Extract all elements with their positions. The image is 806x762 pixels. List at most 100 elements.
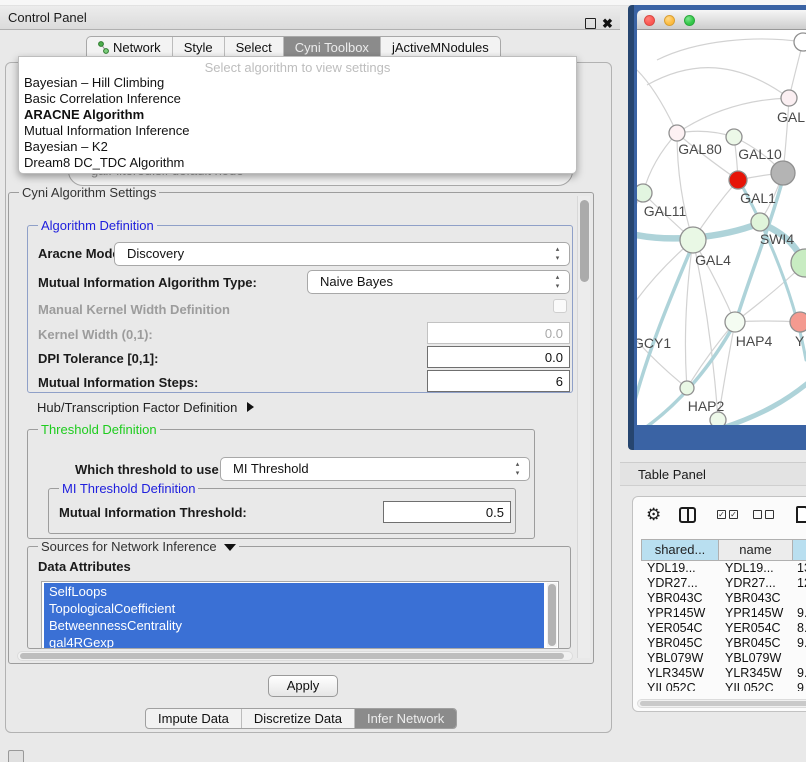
network-node-gal4[interactable] xyxy=(680,227,706,253)
float-panel-icon[interactable] xyxy=(585,18,596,29)
table-toolbar: ⚙ ✓✓ xyxy=(633,503,806,531)
network-node-hap2[interactable] xyxy=(680,381,694,395)
tab-jactivemnodules[interactable]: jActiveMNodules xyxy=(381,37,500,58)
attribute-item-selected[interactable]: gal4RGexp xyxy=(44,634,544,649)
grid-corner-icon[interactable] xyxy=(8,750,24,762)
manual-kernel-checkbox[interactable] xyxy=(553,299,567,313)
apply-button[interactable]: Apply xyxy=(268,675,338,697)
split-column-icon[interactable] xyxy=(679,507,696,523)
network-node-salmon[interactable] xyxy=(790,312,806,332)
network-node-gal80[interactable] xyxy=(669,125,685,141)
network-node-gray[interactable] xyxy=(771,161,795,185)
control-panel-titlebar: Control Panel ✖ xyxy=(0,6,620,30)
attribute-item-selected[interactable]: SelfLoops xyxy=(44,583,544,600)
table-rows: YDL19...YDL19...13 YDR27...YDR27...12 YB… xyxy=(641,561,806,691)
node-label: GAL xyxy=(777,109,805,125)
network-node-gal10[interactable] xyxy=(726,129,742,145)
hub-definition-toggle[interactable]: Hub/Transcription Factor Definition xyxy=(37,400,254,415)
settings-hscrollbar-thumb[interactable] xyxy=(20,653,564,659)
dropdown-item[interactable]: Dream8 DC_TDC Algorithm xyxy=(19,155,576,171)
settings-hscrollbar[interactable] xyxy=(17,651,573,661)
node-label: SWI4 xyxy=(760,231,794,247)
network-window: GAL GAL80 GAL10 GAL1 GAL11 SWI4 GAL4 GCY… xyxy=(637,10,806,425)
table-hscrollbar[interactable] xyxy=(637,699,806,708)
tab-impute-data[interactable]: Impute Data xyxy=(146,709,242,728)
kernel-width-input[interactable] xyxy=(427,322,570,344)
mi-threshold-label: Mutual Information Threshold: xyxy=(59,505,247,520)
tab-discretize-data[interactable]: Discretize Data xyxy=(242,709,355,728)
mi-steps-input[interactable] xyxy=(427,370,570,392)
node-label: Y xyxy=(795,333,805,349)
network-node-gal[interactable] xyxy=(781,90,797,106)
attributes-scrollbar-thumb[interactable] xyxy=(548,584,556,646)
table-row[interactable]: YPR145WYPR145W9. xyxy=(641,606,806,621)
dropdown-item-selected[interactable]: ARACNE Algorithm xyxy=(19,107,576,123)
column-header-name[interactable]: name xyxy=(719,539,793,561)
stepper-arrows-icon: ▴▾ xyxy=(513,460,522,478)
dpi-tolerance-label: DPI Tolerance [0,1]: xyxy=(38,351,158,366)
tab-style[interactable]: Style xyxy=(173,37,225,58)
dropdown-item[interactable]: Mutual Information Inference xyxy=(19,123,576,139)
threshold-definition-group: Threshold Definition Which threshold to … xyxy=(27,429,535,539)
network-node-gal11[interactable] xyxy=(637,184,652,202)
table-row[interactable]: YLR345WYLR345W9. xyxy=(641,666,806,681)
gear-icon[interactable]: ⚙ xyxy=(646,505,661,525)
table-header-row: shared... name xyxy=(641,539,806,561)
window-close-icon[interactable] xyxy=(644,15,655,26)
column-header-cut[interactable] xyxy=(793,539,806,561)
column-header-shared[interactable]: shared... xyxy=(641,539,719,561)
node-label: GCY1 xyxy=(637,335,671,351)
network-canvas[interactable]: GAL GAL80 GAL10 GAL1 GAL11 SWI4 GAL4 GCY… xyxy=(637,30,806,425)
close-icon[interactable]: ✖ xyxy=(602,12,613,36)
attribute-item-selected[interactable]: TopologicalCoefficient xyxy=(44,600,544,617)
threshold-definition-title: Threshold Definition xyxy=(38,422,160,437)
network-window-titlebar[interactable] xyxy=(637,10,806,30)
aracne-mode-combobox[interactable]: Discovery ▴▾ xyxy=(114,242,570,266)
mi-threshold-input[interactable] xyxy=(383,501,511,523)
table-row[interactable]: YBR043CYBR043C xyxy=(641,591,806,606)
window-zoom-icon[interactable] xyxy=(684,15,695,26)
attribute-item-selected[interactable]: BetweennessCentrality xyxy=(44,617,544,634)
tab-infer-network[interactable]: Infer Network xyxy=(355,709,456,728)
node-label: GAL10 xyxy=(738,146,782,162)
network-node-swi4[interactable] xyxy=(751,213,769,231)
which-threshold-label: Which threshold to use: xyxy=(75,462,223,477)
table-hscrollbar-thumb[interactable] xyxy=(640,701,806,706)
table-icon[interactable] xyxy=(796,506,806,523)
table-row[interactable]: YBL079WYBL079W xyxy=(641,651,806,666)
table-row[interactable]: YBR045CYBR045C9. xyxy=(641,636,806,651)
table-row[interactable]: YDL19...YDL19...13 xyxy=(641,561,806,576)
sources-title[interactable]: Sources for Network Inference xyxy=(38,539,239,554)
algorithm-definition-title: Algorithm Definition xyxy=(38,218,157,233)
mi-type-combobox[interactable]: Naive Bayes ▴▾ xyxy=(307,270,570,294)
bottom-tabs: Impute Data Discretize Data Infer Networ… xyxy=(145,708,457,729)
tab-cyni-toolbox[interactable]: Cyni Toolbox xyxy=(284,37,381,58)
checked-pair-icon[interactable]: ✓✓ xyxy=(717,510,738,519)
which-threshold-combobox[interactable]: MI Threshold ▴▾ xyxy=(220,457,530,481)
table-row[interactable]: YDR27...YDR27...12 xyxy=(641,576,806,591)
settings-scrollbar-thumb[interactable] xyxy=(580,200,589,282)
tab-select[interactable]: Select xyxy=(225,37,284,58)
dropdown-item[interactable]: Bayesian – Hill Climbing xyxy=(19,75,576,91)
node-label: GAL1 xyxy=(740,190,776,206)
network-node[interactable] xyxy=(794,33,806,51)
dropdown-item[interactable]: Bayesian – K2 xyxy=(19,139,576,155)
dpi-tolerance-input[interactable] xyxy=(427,346,570,368)
mi-type-label: Mutual Information Algorithm Type: xyxy=(38,275,257,290)
dropdown-item[interactable]: Basic Correlation Inference xyxy=(19,91,576,107)
unchecked-pair-icon[interactable] xyxy=(753,510,774,519)
table-panel-title: Table Panel xyxy=(638,467,706,482)
table-row[interactable]: YER054CYER054C8. xyxy=(641,621,806,636)
network-node-green[interactable] xyxy=(791,249,806,277)
window-minimize-icon[interactable] xyxy=(664,15,675,26)
network-node-gal1-red[interactable] xyxy=(729,171,747,189)
node-label: GAL11 xyxy=(644,203,687,219)
manual-kernel-label: Manual Kernel Width Definition xyxy=(38,302,230,317)
tab-network[interactable]: Network xyxy=(87,37,173,58)
network-node-hap4[interactable] xyxy=(725,312,745,332)
table-row[interactable]: YIL052CYIL052C9 xyxy=(641,681,806,691)
settings-scrollbar[interactable] xyxy=(577,196,590,658)
table-panel-titlebar: Table Panel xyxy=(620,462,806,486)
attributes-scrollbar[interactable] xyxy=(547,583,557,647)
dropdown-prompt: Select algorithm to view settings xyxy=(19,60,576,75)
